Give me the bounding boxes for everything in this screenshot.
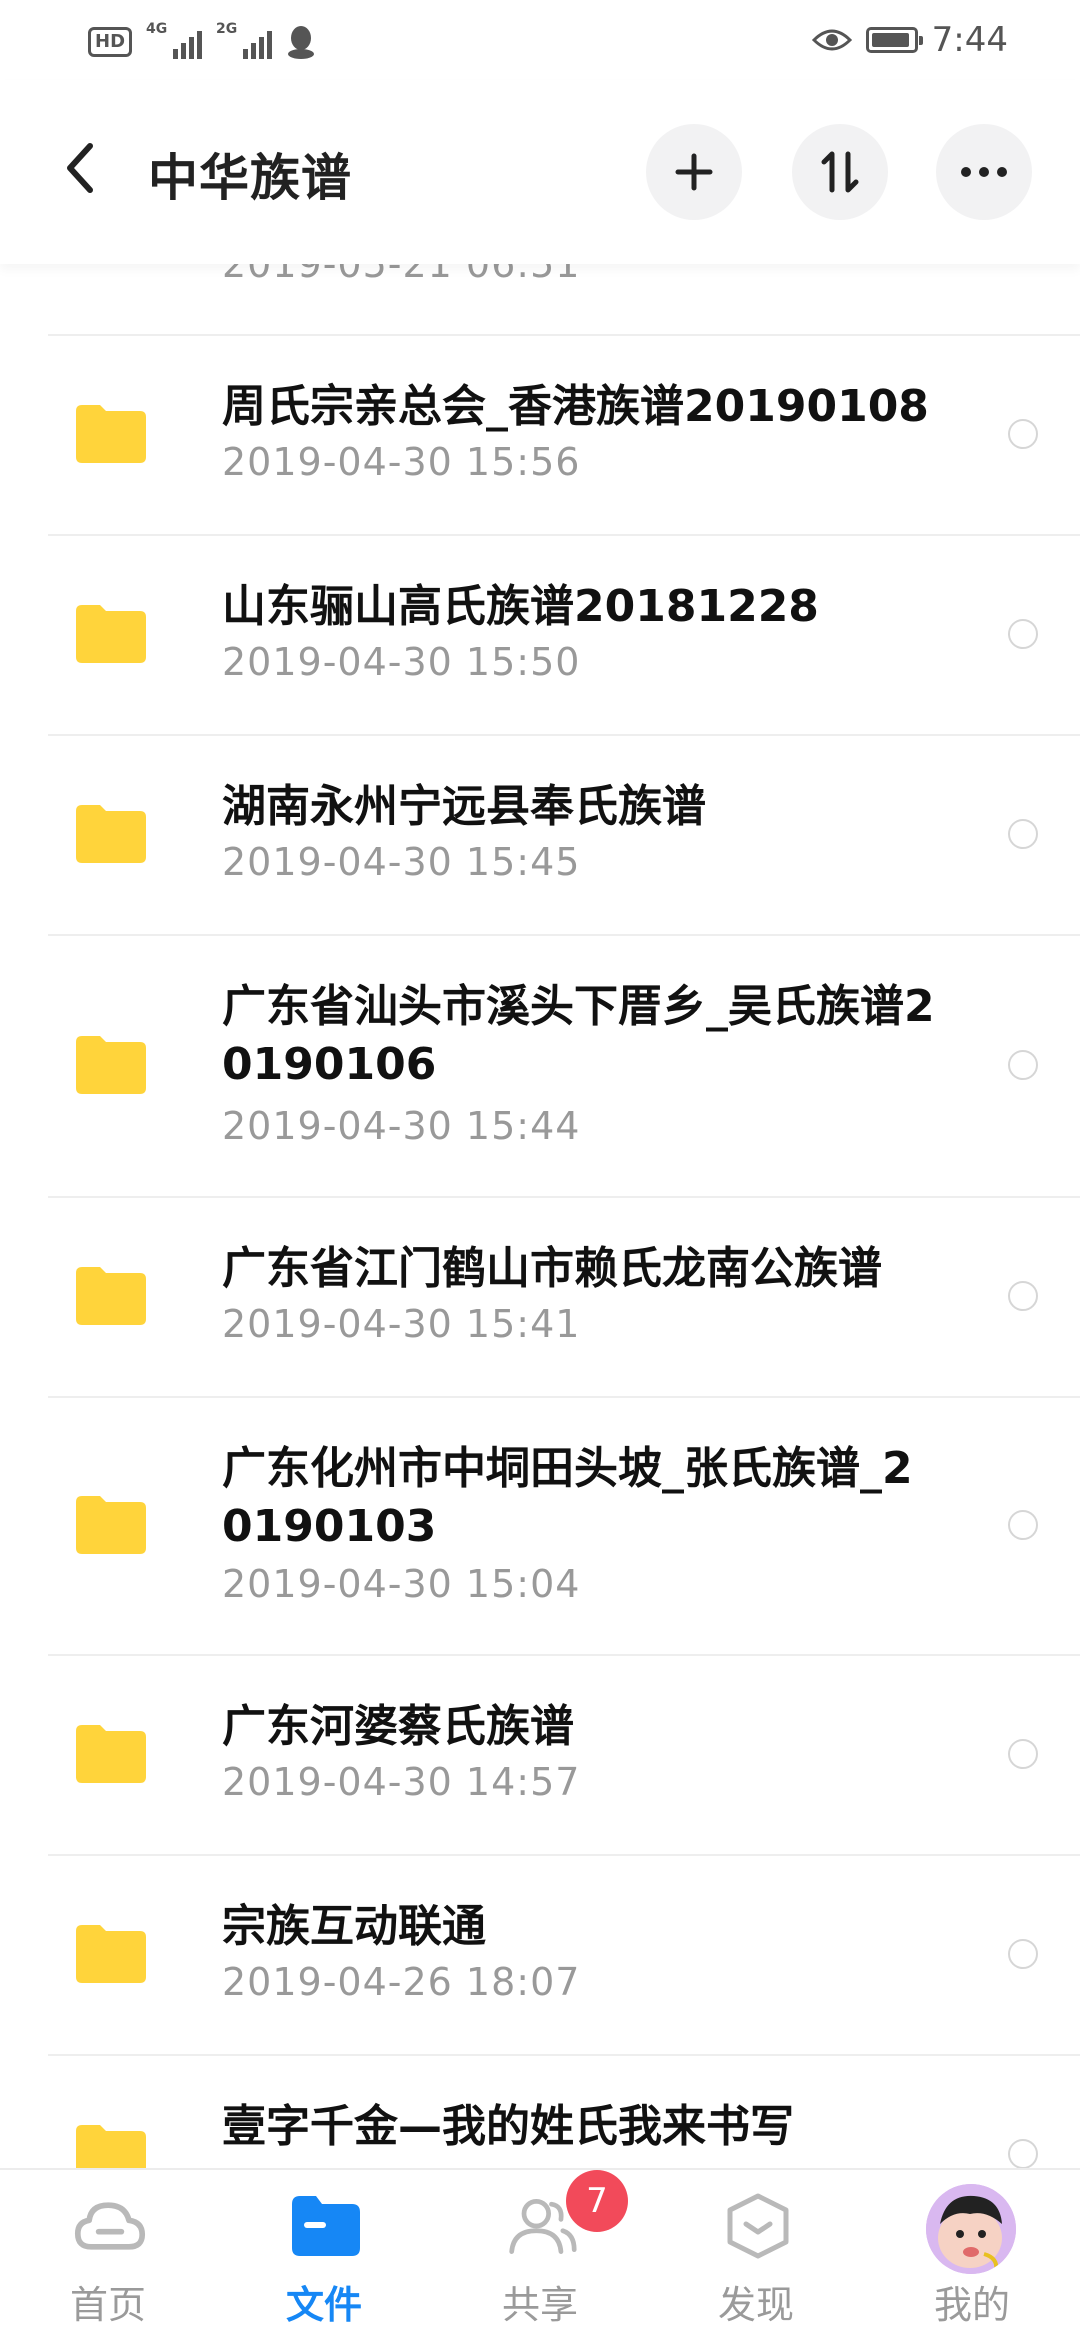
file-row[interactable]: 广东省江门鹤山市赖氏龙南公族谱 2019-04-30 15:41 — [0, 1196, 1080, 1398]
file-date: 2019-04-30 14:57 — [222, 1760, 581, 1804]
folder-icon — [76, 1036, 146, 1094]
avatar-cartoon-icon — [926, 2184, 1016, 2274]
bottom-tab-bar: 首页 文件 共享 7 发现 我的 — [0, 2168, 1080, 2340]
tab-files[interactable]: 文件 — [216, 2170, 432, 2340]
folder-icon — [76, 2125, 146, 2170]
select-radio[interactable] — [1008, 2139, 1038, 2169]
file-name: 周氏宗亲总会_香港族谱20190108 — [222, 381, 929, 432]
file-row[interactable]: 山东骊山高氏族谱20181228 2019-04-30 15:50 — [0, 534, 1080, 736]
cloud-icon — [74, 2190, 146, 2262]
file-date: 2019-04-30 15:44 — [222, 1104, 581, 1148]
folder-tab-icon — [290, 2190, 362, 2262]
sort-icon — [821, 151, 859, 193]
select-radio[interactable] — [1008, 419, 1038, 449]
file-date: 2019-05-21 06:51 — [222, 264, 581, 286]
qq-icon — [288, 26, 315, 59]
folder-icon — [76, 1267, 146, 1325]
file-date: 2019-04-30 15:56 — [222, 440, 581, 484]
file-date: 2019-04-30 15:41 — [222, 1302, 581, 1346]
battery-icon — [865, 27, 923, 53]
more-icon — [961, 167, 1007, 177]
select-radio[interactable] — [1008, 819, 1038, 849]
file-name: 广东河婆蔡氏族谱 — [222, 1701, 574, 1752]
folder-icon — [76, 405, 146, 463]
file-name: 湖南永州宁远县奉氏族谱 — [222, 781, 706, 832]
file-row[interactable]: 广东化州市中垌田头坡_张氏族谱_20190103 2019-04-30 15:0… — [0, 1396, 1080, 1656]
tab-discover-label: 发现 — [717, 2283, 794, 2327]
sort-button[interactable] — [792, 124, 888, 220]
tab-files-label: 文件 — [285, 2283, 362, 2327]
folder-icon — [76, 805, 146, 863]
file-list[interactable]: 2019-05-21 06:51 周氏宗亲总会_香港族谱20190108 201… — [0, 264, 1080, 2170]
select-radio[interactable] — [1008, 1939, 1038, 1969]
signal-4g-icon: 4G — [146, 21, 203, 59]
tab-share-label: 共享 — [501, 2283, 578, 2327]
file-name: 宗族互动联通 — [222, 1901, 486, 1952]
status-right: 7:44 — [811, 18, 1008, 62]
add-button[interactable] — [646, 124, 742, 220]
status-left: HD 4G 2G — [88, 20, 316, 64]
clock: 7:44 — [931, 20, 1008, 60]
more-button[interactable] — [936, 124, 1032, 220]
file-name: 广东省汕头市溪头下厝乡_吴氏族谱20190106 — [222, 981, 935, 1090]
discover-icon — [722, 2190, 794, 2262]
file-date: 2019-04-30 15:45 — [222, 840, 581, 884]
page-title: 中华族谱 — [148, 149, 352, 207]
file-date: 2019-04-26 18:07 — [222, 1960, 581, 2004]
share-badge: 7 — [566, 2170, 628, 2232]
signal-2g-icon: 2G — [216, 21, 273, 59]
file-row[interactable]: 广东河婆蔡氏族谱 2019-04-30 14:57 — [0, 1654, 1080, 1856]
tab-home[interactable]: 首页 — [0, 2170, 216, 2340]
folder-icon — [76, 605, 146, 663]
file-date: 2019-04-30 15:50 — [222, 640, 581, 684]
select-radio[interactable] — [1008, 619, 1038, 649]
folder-icon — [76, 1925, 146, 1983]
tab-home-label: 首页 — [69, 2283, 146, 2327]
file-row[interactable]: 2019-05-21 06:51 — [0, 264, 1080, 336]
tab-mine-label: 我的 — [933, 2283, 1010, 2327]
file-name: 壹字千金—我的姓氏我来书写 — [222, 2101, 794, 2152]
folder-icon — [76, 1496, 146, 1554]
file-name: 山东骊山高氏族谱20181228 — [222, 581, 819, 632]
select-radio[interactable] — [1008, 1739, 1038, 1769]
eye-comfort-icon — [811, 29, 852, 51]
hd-indicator: HD — [88, 27, 133, 57]
file-row[interactable]: 湖南永州宁远县奉氏族谱 2019-04-30 15:45 — [0, 734, 1080, 936]
file-name: 广东省江门鹤山市赖氏龙南公族谱 — [222, 1243, 882, 1294]
select-radio[interactable] — [1008, 1281, 1038, 1311]
folder-icon — [76, 1725, 146, 1783]
file-row[interactable]: 广东省汕头市溪头下厝乡_吴氏族谱20190106 2019-04-30 15:4… — [0, 934, 1080, 1198]
status-bar: HD 4G 2G 7:44 — [0, 0, 1080, 80]
app-header: 中华族谱 — [0, 80, 1080, 264]
tab-discover[interactable]: 发现 — [648, 2170, 864, 2340]
file-date: 2019-04-30 15:04 — [222, 1562, 581, 1606]
select-radio[interactable] — [1008, 1510, 1038, 1540]
plus-icon — [675, 153, 713, 191]
file-name: 广东化州市中垌田头坡_张氏族谱_20190103 — [222, 1443, 913, 1552]
avatar[interactable] — [926, 2184, 1016, 2274]
back-button[interactable] — [48, 136, 112, 200]
file-row[interactable]: 壹字千金—我的姓氏我来书写 — [0, 2054, 1080, 2170]
file-row[interactable]: 周氏宗亲总会_香港族谱20190108 2019-04-30 15:56 — [0, 334, 1080, 536]
file-row[interactable]: 宗族互动联通 2019-04-26 18:07 — [0, 1854, 1080, 2056]
chevron-left-icon — [67, 143, 93, 193]
select-radio[interactable] — [1008, 1050, 1038, 1080]
